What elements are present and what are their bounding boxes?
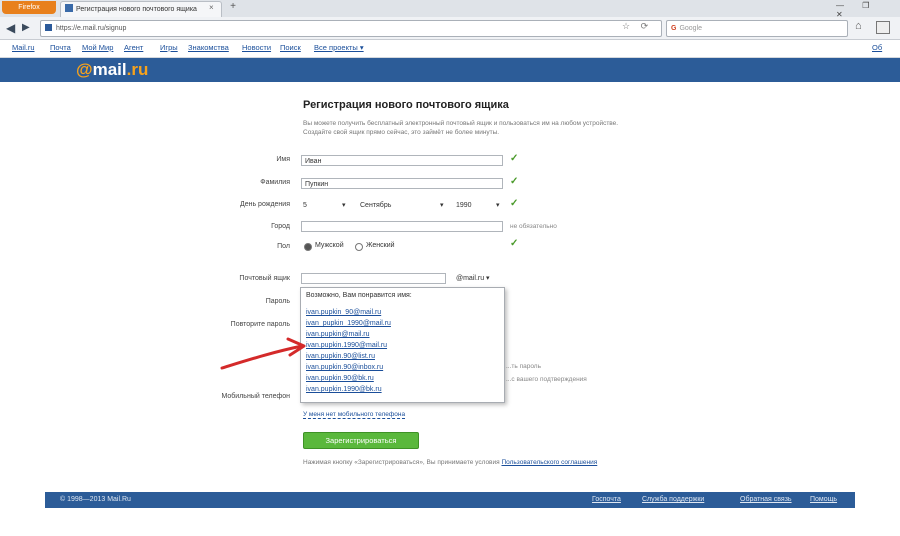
gender-label: Пол — [277, 243, 290, 250]
suggestion-item[interactable]: ivan.pupkin_90@mail.ru — [306, 309, 381, 316]
register-button[interactable]: Зарегистрироваться — [303, 432, 419, 449]
form-description: Вы можете получить бесплатный электронны… — [303, 120, 619, 136]
no-phone-link[interactable]: У меня нет мобильного телефона — [303, 411, 406, 419]
footer-link-help[interactable]: Помощь — [810, 496, 837, 503]
logo-at-sign: @ — [76, 60, 93, 79]
suggestion-item[interactable]: ivan.pupkin@mail.ru — [306, 331, 370, 338]
phone-label: Мобильный телефон — [221, 393, 291, 400]
portal-link-all-projects[interactable]: Все проекты ▾ — [314, 43, 364, 52]
tab-close-icon[interactable]: × — [209, 3, 214, 12]
back-arrow-icon[interactable]: ◀ — [6, 21, 15, 35]
logo-name: mail — [92, 60, 127, 79]
footer-link-gospochta[interactable]: Госпочта — [592, 496, 621, 503]
city-input[interactable] — [301, 221, 503, 232]
birthday-day-value: 5 — [303, 202, 307, 209]
search-placeholder: Google — [679, 25, 703, 32]
tab-title: Регистрация нового почтового ящика — [76, 6, 197, 13]
gender-check-icon: ✓ — [510, 238, 519, 249]
forward-arrow-icon[interactable]: ▶ — [22, 22, 30, 33]
gender-male-label: Мужской — [315, 242, 344, 249]
gender-male-radio[interactable] — [304, 243, 312, 251]
gender-female-radio[interactable] — [355, 243, 363, 251]
phone-side-note: ...с вашего подтверждения — [506, 376, 587, 383]
portal-link-dating[interactable]: Знакомства — [188, 43, 229, 52]
page-title: Регистрация нового почтового ящика — [303, 99, 509, 111]
birthday-year-value: 1990 — [456, 202, 472, 209]
first-name-check-icon: ✓ — [510, 153, 519, 164]
portal-link-mail[interactable]: Почта — [50, 43, 71, 52]
birthday-month-value: Сентябрь — [360, 202, 392, 209]
last-name-check-icon: ✓ — [510, 176, 519, 187]
site-favicon-icon — [45, 24, 52, 31]
portal-link-news[interactable]: Новости — [242, 43, 271, 52]
site-footer — [45, 492, 855, 508]
portal-link-search[interactable]: Поиск — [280, 43, 301, 52]
suggestion-item[interactable]: ivan.pupkin.1990@bk.ru — [306, 386, 382, 393]
suggestions-header: Возможно, Вам понравится имя: — [306, 292, 412, 299]
password-label: Пароль — [265, 298, 290, 305]
address-bar[interactable]: https://e.mail.ru/signup — [40, 20, 662, 37]
firefox-menu-button[interactable]: Firefox — [2, 1, 56, 14]
bookmark-star-icon[interactable]: ☆ ⟳ — [622, 21, 652, 32]
google-icon: G — [671, 25, 677, 32]
search-box[interactable]: G Google — [666, 20, 848, 37]
first-name-label: Имя — [276, 156, 290, 163]
birthday-label: День рождения — [239, 201, 290, 208]
first-name-input[interactable]: Иван — [301, 155, 503, 166]
birthday-day-chevron-icon[interactable]: ▾ — [342, 200, 346, 211]
portal-link-games[interactable]: Игры — [160, 43, 178, 52]
gender-female-label: Женский — [366, 242, 395, 249]
birthday-day-select[interactable]: 5 — [303, 200, 307, 211]
email-suggestions-dropdown: Возможно, Вам понравится имя: ivan.pupki… — [300, 287, 505, 403]
suggestion-item[interactable]: ivan.pupkin.90@inbox.ru — [306, 364, 383, 371]
portal-link-right[interactable]: Об — [872, 43, 882, 52]
red-arrow-annotation — [220, 337, 306, 370]
portal-link-my-world[interactable]: Мой Мир — [82, 43, 113, 52]
city-hint: не обязательно — [510, 223, 557, 230]
logo-domain: .ru — [126, 60, 149, 79]
birthday-check-icon: ✓ — [510, 198, 519, 209]
last-name-input[interactable]: Пупкин — [301, 178, 503, 189]
url-text: https://e.mail.ru/signup — [56, 25, 127, 32]
email-label: Почтовый ящик — [239, 275, 290, 282]
suggestion-item[interactable]: ivan.pupkin.90@list.ru — [306, 353, 375, 360]
new-tab-button[interactable]: + — [226, 1, 240, 14]
portal-link-mailru[interactable]: Mail.ru — [12, 43, 35, 52]
terms-text: Нажимая кнопку «Зарегистрироваться», Вы … — [303, 459, 597, 466]
password-repeat-label: Повторите пароль — [230, 321, 290, 328]
password-side-note: ...ть пароль — [506, 363, 541, 370]
mailru-logo[interactable]: @mail.ru — [76, 58, 148, 82]
terms-caption: Нажимая кнопку «Зарегистрироваться», Вы … — [303, 459, 500, 466]
birthday-year-chevron-icon[interactable]: ▾ — [496, 200, 500, 211]
suggestion-item[interactable]: ivan_pupkin_1990@mail.ru — [306, 320, 391, 327]
email-domain-select[interactable]: @mail.ru ▾ — [456, 273, 490, 284]
footer-link-feedback[interactable]: Обратная связь — [740, 496, 792, 503]
suggestion-item[interactable]: ivan.pupkin.1990@mail.ru — [306, 342, 387, 349]
birthday-month-select[interactable]: Сентябрь — [360, 200, 391, 211]
tab-favicon-icon — [65, 4, 73, 12]
terms-link[interactable]: Пользовательского соглашения — [501, 459, 597, 466]
birthday-month-chevron-icon[interactable]: ▾ — [440, 200, 444, 211]
footer-copyright: © 1998—2013 Mail.Ru — [60, 496, 131, 503]
portal-nav-bar: Mail.ru Почта Мой Мир Агент Игры Знакомс… — [0, 40, 900, 58]
footer-link-support[interactable]: Служба поддержки — [642, 496, 704, 503]
city-label: Город — [271, 223, 290, 230]
home-icon[interactable]: ⌂ — [855, 20, 862, 32]
extension-icon[interactable] — [876, 21, 890, 34]
browser-tab[interactable]: Регистрация нового почтового ящика — [60, 1, 222, 18]
birthday-year-select[interactable]: 1990 — [456, 200, 472, 211]
suggestion-item[interactable]: ivan.pupkin.90@bk.ru — [306, 375, 374, 382]
email-input[interactable] — [301, 273, 446, 284]
portal-link-agent[interactable]: Агент — [124, 43, 143, 52]
last-name-label: Фамилия — [260, 179, 290, 186]
